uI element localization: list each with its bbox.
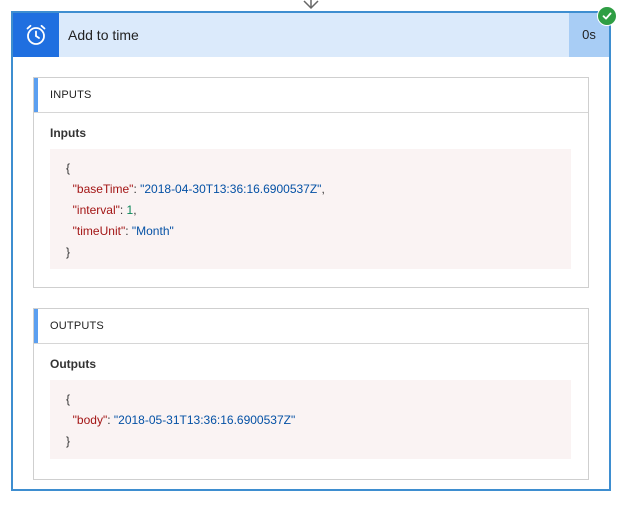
json-line: "baseTime": "2018-04-30T13:36:16.6900537… xyxy=(72,182,325,196)
inputs-section: INPUTS Inputs { "baseTime": "2018-04-30T… xyxy=(33,77,589,288)
json-open-brace: { xyxy=(66,161,71,175)
inputs-label: Inputs xyxy=(50,126,86,140)
outputs-label: Outputs xyxy=(50,357,96,371)
inputs-header-label: INPUTS xyxy=(50,89,92,101)
outputs-section-header[interactable]: OUTPUTS xyxy=(34,309,588,344)
outputs-section: OUTPUTS Outputs { "body": "2018-05-31T13… xyxy=(33,308,589,480)
json-line: "interval": 1, xyxy=(72,203,137,217)
section-accent-bar xyxy=(34,78,38,112)
section-accent-bar xyxy=(34,309,38,343)
connector-arrow-icon xyxy=(303,0,319,10)
alarm-clock-icon xyxy=(26,24,46,45)
json-open-brace: { xyxy=(66,392,71,406)
json-line: "body": "2018-05-31T13:36:16.6900537Z" xyxy=(72,413,296,427)
check-icon xyxy=(602,12,612,20)
json-line: "timeUnit": "Month" xyxy=(72,224,174,238)
json-close-brace: } xyxy=(66,245,71,259)
flow-canvas: Add to time 0s INPUTS Inputs { "baseTime… xyxy=(0,0,629,505)
action-title: Add to time xyxy=(68,27,139,43)
outputs-json-block: { "body": "2018-05-31T13:36:16.6900537Z"… xyxy=(50,380,571,459)
action-card: Add to time 0s INPUTS Inputs { "baseTime… xyxy=(11,11,611,491)
success-status-badge xyxy=(597,6,617,26)
inputs-section-header[interactable]: INPUTS xyxy=(34,78,588,113)
action-header[interactable]: Add to time 0s xyxy=(13,13,609,57)
action-icon-box xyxy=(13,13,59,57)
json-close-brace: } xyxy=(66,434,71,448)
inputs-json-block: { "baseTime": "2018-04-30T13:36:16.69005… xyxy=(50,149,571,269)
outputs-header-label: OUTPUTS xyxy=(50,320,104,332)
